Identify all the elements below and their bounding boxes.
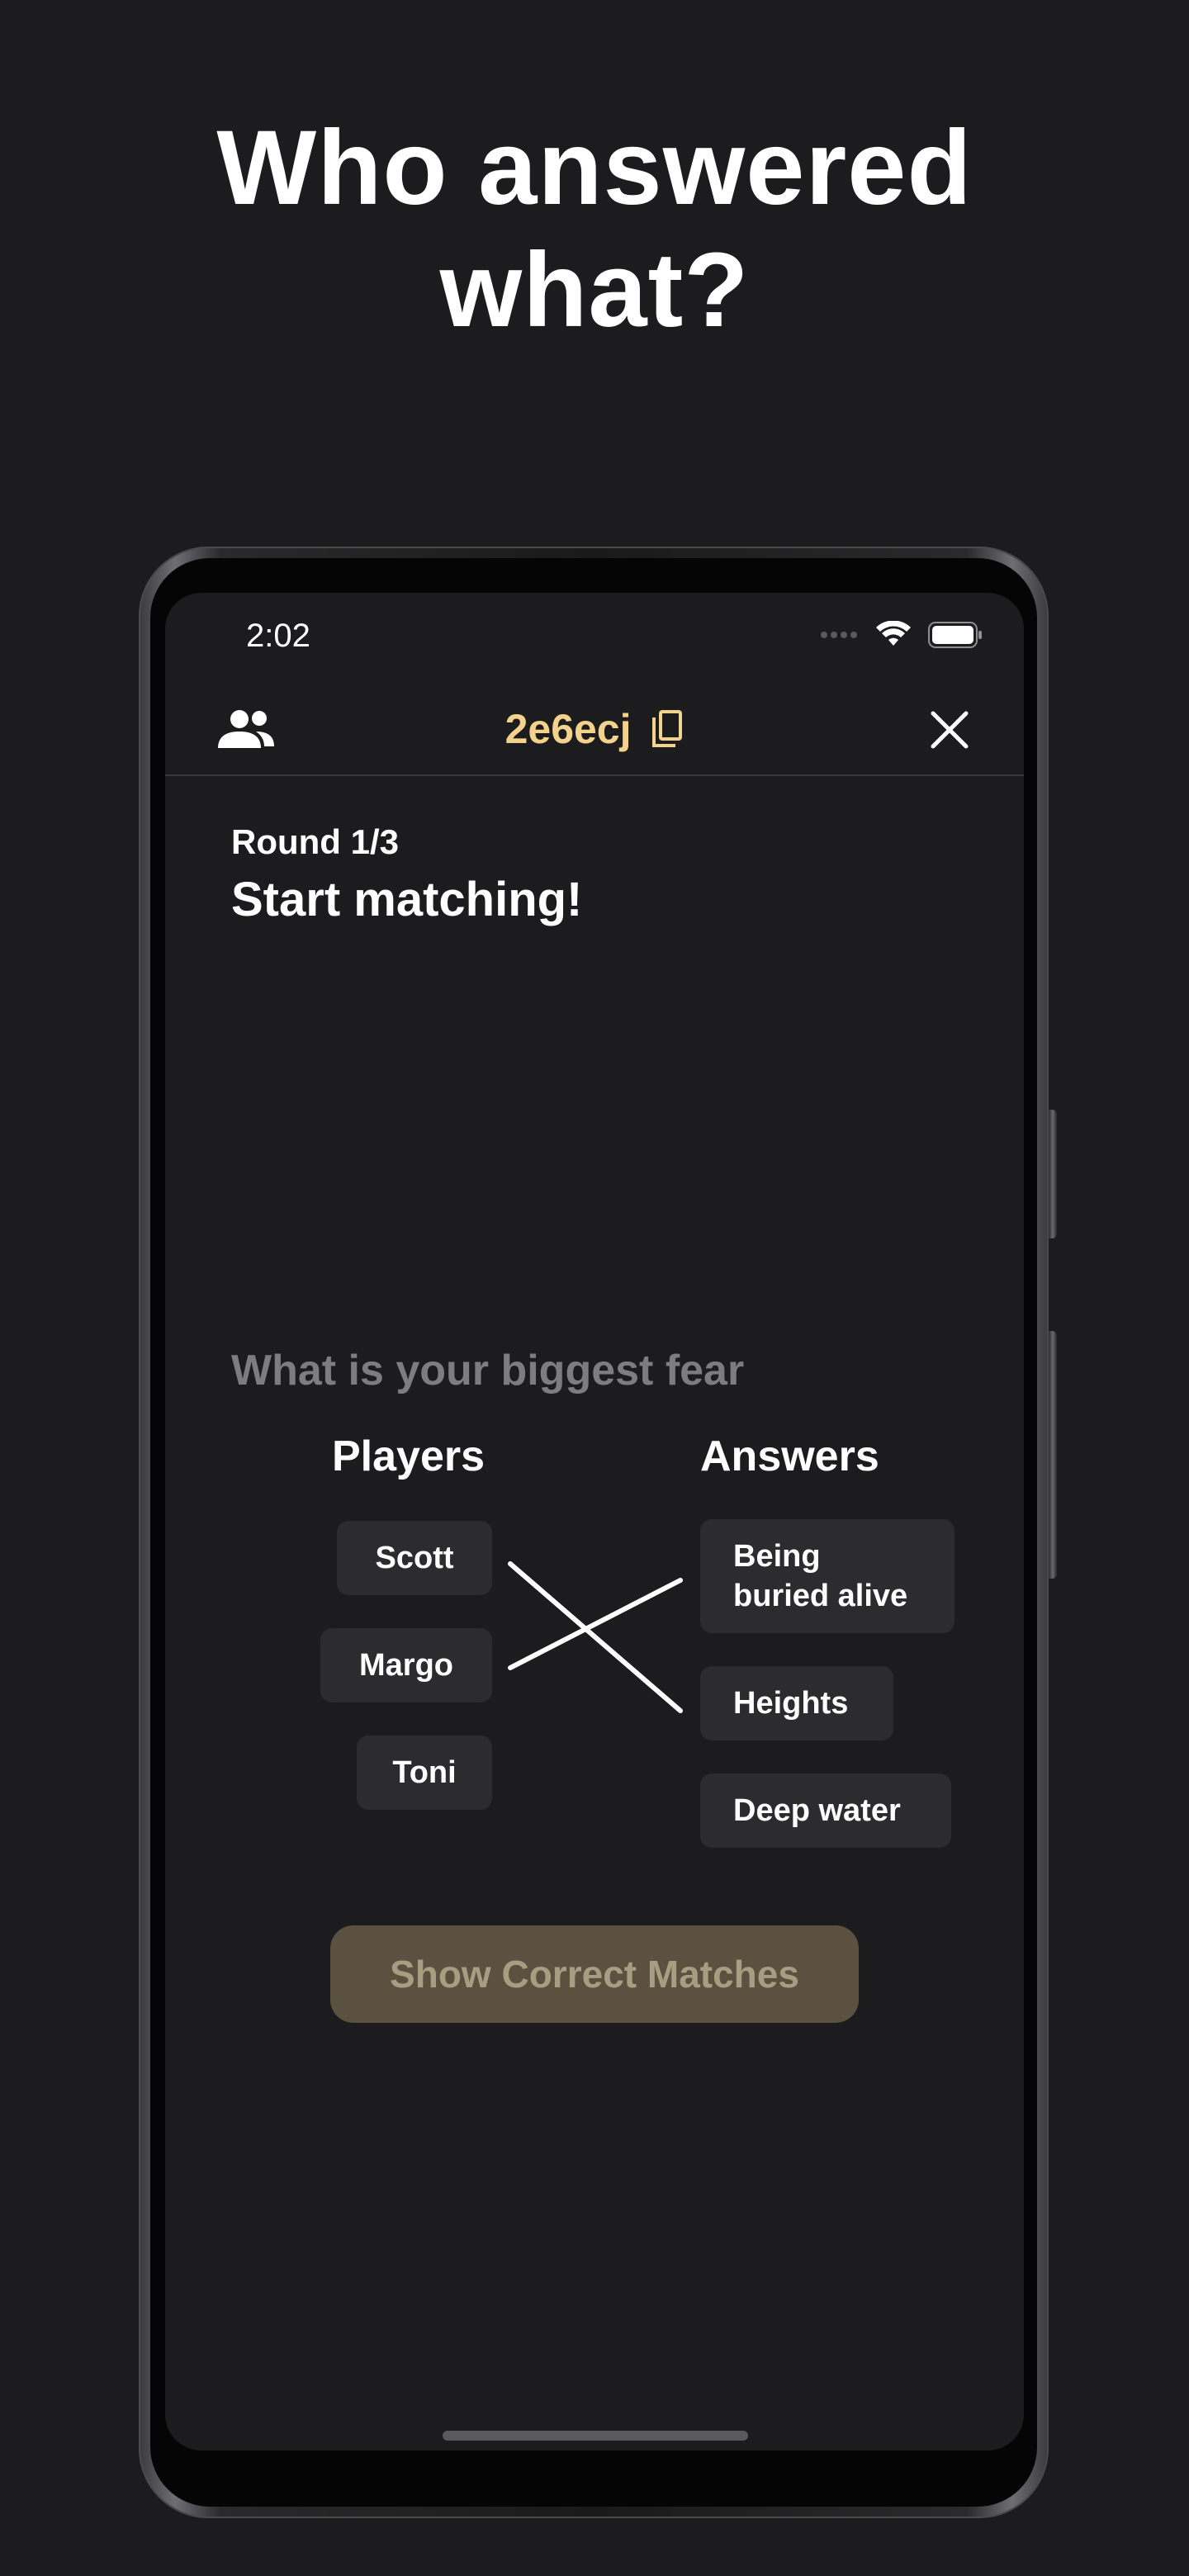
battery-icon: [928, 622, 982, 648]
answer-chip-buried-alive[interactable]: Being buried alive: [700, 1519, 955, 1633]
player-name: Scott: [375, 1540, 454, 1575]
show-correct-matches-button[interactable]: Show Correct Matches: [330, 1925, 859, 2023]
player-chip-toni[interactable]: Toni: [357, 1735, 492, 1810]
answers-header: Answers: [700, 1432, 879, 1480]
answer-text: Heights: [733, 1685, 849, 1721]
headline: Who answered what?: [0, 107, 1189, 352]
signal-icon: [821, 632, 857, 638]
round-label: Round 1/3: [231, 822, 400, 861]
room-code-text: 2e6ecj: [504, 705, 632, 752]
answer-line-2: buried alive: [733, 1579, 908, 1613]
room-code[interactable]: 2e6ecj: [165, 702, 1024, 753]
answer-chip-deep-water[interactable]: Deep water: [700, 1773, 951, 1848]
answer-text: Being buried alive: [733, 1537, 907, 1616]
power-button: [1049, 1331, 1057, 1579]
copy-icon[interactable]: [651, 709, 684, 749]
answer-text: Deep water: [733, 1792, 901, 1828]
question-text: What is your biggest fear: [231, 1347, 745, 1395]
status-icons: [819, 621, 983, 649]
app-screen: 2:02 2e6ecj Round 1/3 Start matching! Wh…: [165, 593, 1024, 2451]
wifi-icon: [876, 621, 911, 646]
round-title: Start matching!: [231, 873, 583, 926]
player-chip-scott[interactable]: Scott: [337, 1521, 492, 1595]
headline-line-2: what?: [439, 231, 750, 349]
nav-bar: 2e6ecj: [165, 684, 1024, 776]
volume-button: [1049, 1110, 1057, 1238]
headline-line-1: Who answered: [216, 109, 973, 227]
players-header: Players: [332, 1432, 486, 1480]
status-time: 2:02: [246, 618, 310, 654]
close-icon[interactable]: [928, 708, 971, 751]
home-indicator[interactable]: [443, 2431, 748, 2441]
player-name: Margo: [359, 1647, 453, 1683]
answer-line-1: Being: [733, 1539, 821, 1574]
match-line-scott-heights: [508, 1561, 683, 1713]
store-screenshot: Who answered what? 2:02 2e6ecj Round 1/3…: [0, 0, 1189, 2576]
player-name: Toni: [392, 1754, 457, 1790]
player-chip-margo[interactable]: Margo: [320, 1628, 492, 1702]
answer-chip-heights[interactable]: Heights: [700, 1666, 893, 1740]
match-line-margo-buried-alive: [508, 1578, 683, 1670]
